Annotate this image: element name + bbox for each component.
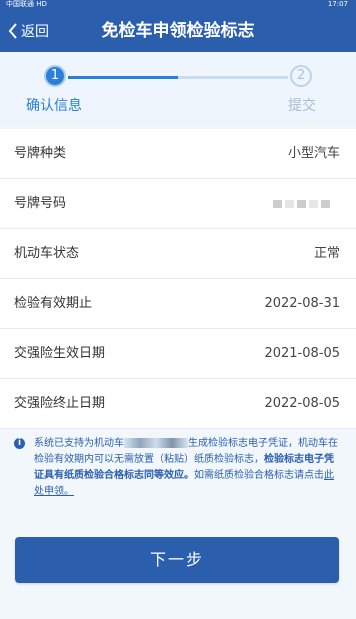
info-row-plate-type: 号牌种类 小型汽车 bbox=[0, 129, 356, 179]
notice: i 系统已支持为机动车 生成检验标志电子凭证，机动车在检验有效期内可以无需放置（粘… bbox=[14, 436, 340, 500]
info-row-inspection-expiry: 检验有效期止 2022-08-31 bbox=[0, 279, 356, 329]
row-label: 机动车状态 bbox=[14, 246, 80, 261]
row-value: 正常 bbox=[313, 246, 340, 261]
info-row-vehicle-status: 机动车状态 正常 bbox=[0, 229, 356, 279]
next-button[interactable]: 下一步 bbox=[15, 537, 339, 583]
row-label: 检验有效期止 bbox=[14, 296, 93, 311]
page-title: 免检车申领检验标志 bbox=[101, 21, 255, 41]
row-value: 2022-08-31 bbox=[264, 296, 340, 311]
row-label: 号牌号码 bbox=[14, 196, 67, 211]
progress-line-done bbox=[68, 76, 178, 79]
masked-plate-number bbox=[273, 200, 330, 208]
row-label: 交强险终止日期 bbox=[14, 396, 106, 411]
notice-part-1: 系统已支持为机动车 bbox=[34, 438, 124, 449]
nav-bar: 返回 免检车申领检验标志 bbox=[0, 10, 356, 52]
vehicle-info-list: 号牌种类 小型汽车 号牌号码 机动车状态 正常 检验有效期止 2022-08-3… bbox=[0, 129, 356, 429]
info-row-plate-number: 号牌号码 bbox=[0, 179, 356, 229]
row-label: 号牌种类 bbox=[14, 146, 67, 161]
carrier-label: 中国联通 HD bbox=[6, 0, 47, 8]
info-row-insurance-end: 交强险终止日期 2022-08-05 bbox=[0, 379, 356, 429]
redacted-plate bbox=[124, 438, 188, 448]
step-1-indicator: 1 bbox=[44, 65, 66, 87]
notice-part-3: 如需纸质检验合格标志请点击 bbox=[194, 470, 324, 481]
step-1-label: 确认信息 bbox=[26, 98, 82, 114]
row-value: 2021-08-05 bbox=[264, 346, 340, 361]
step-2-indicator: 2 bbox=[290, 65, 312, 87]
notice-text: 系统已支持为机动车 生成检验标志电子凭证，机动车在检验有效期内可以无需放置（粘贴）… bbox=[34, 436, 340, 500]
row-label: 交强险生效日期 bbox=[14, 346, 106, 361]
progress-steps: 1 2 确认信息 提交 bbox=[0, 52, 356, 126]
info-icon: i bbox=[14, 438, 25, 449]
row-value: 2022-08-05 bbox=[264, 396, 340, 411]
info-row-insurance-start: 交强险生效日期 2021-08-05 bbox=[0, 329, 356, 379]
clock: 17:07 bbox=[327, 0, 348, 8]
status-bar: 中国联通 HD 17:07 bbox=[0, 0, 356, 10]
row-value: 小型汽车 bbox=[287, 146, 340, 161]
progress-line-pending bbox=[178, 76, 288, 79]
step-2-label: 提交 bbox=[288, 98, 316, 114]
